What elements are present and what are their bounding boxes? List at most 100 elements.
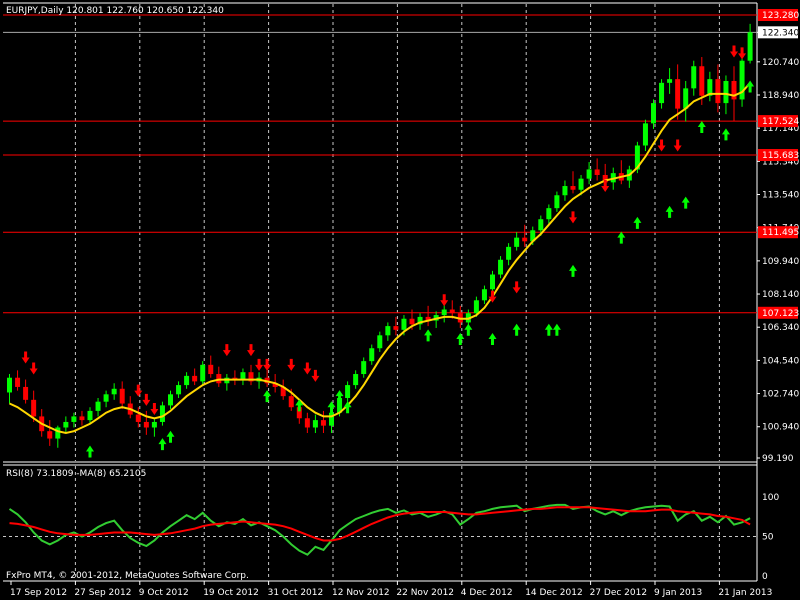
candle-body xyxy=(385,326,391,336)
price-chart[interactable]: 122.340120.740118.940117.140115.340113.5… xyxy=(0,0,800,600)
date-label: 21 Jan 2013 xyxy=(718,588,772,598)
price-tick-label: 118.940 xyxy=(762,91,799,101)
candle-body xyxy=(393,326,399,330)
level-label: 117.524 xyxy=(762,117,799,127)
current-price-label: 122.340 xyxy=(762,28,799,38)
candle-body xyxy=(143,421,149,428)
candle-body xyxy=(176,385,182,395)
candle-body xyxy=(312,420,318,428)
candle-body xyxy=(288,396,294,408)
price-tick-label: 100.940 xyxy=(762,423,799,433)
candle-body xyxy=(514,237,520,247)
candle-body xyxy=(119,388,125,404)
candle-body xyxy=(441,309,447,316)
candle-body xyxy=(377,335,383,349)
date-label: 22 Nov 2012 xyxy=(396,588,454,598)
candle-body xyxy=(667,79,673,83)
candle-body xyxy=(578,178,584,190)
price-tick-label: 104.540 xyxy=(762,356,799,366)
price-tick-label: 113.540 xyxy=(762,191,799,201)
candle-body xyxy=(47,431,53,439)
date-label: 27 Sep 2012 xyxy=(74,588,131,598)
candle-body xyxy=(320,420,326,426)
price-tick-label: 106.340 xyxy=(762,323,799,333)
candle-body xyxy=(369,348,375,362)
candle-body xyxy=(522,237,528,242)
level-label: 115.683 xyxy=(762,151,799,161)
level-label: 111.495 xyxy=(762,228,799,238)
candle-body xyxy=(304,418,310,428)
candle-body xyxy=(538,219,544,231)
candle-body xyxy=(490,274,495,290)
chart-header: EURJPY,Daily 120.801 122.760 120.650 122… xyxy=(6,6,224,16)
copyright-text: FxPro MT4, © 2001-2012, MetaQuotes Softw… xyxy=(6,571,249,581)
candle-body xyxy=(361,361,367,375)
rsi-tick-label: 100 xyxy=(762,493,779,503)
date-label: 31 Oct 2012 xyxy=(268,588,324,598)
candle-body xyxy=(15,377,21,387)
candle-body xyxy=(449,309,455,314)
candle-body xyxy=(95,401,101,411)
level-label: 107.123 xyxy=(762,309,799,319)
rsi-tick-label: 0 xyxy=(762,572,768,582)
candle-body xyxy=(87,410,93,421)
candle-body xyxy=(409,318,415,325)
candle-body xyxy=(586,169,592,179)
candle-body xyxy=(481,289,487,301)
candle-body xyxy=(135,414,141,422)
candle-body xyxy=(168,394,173,406)
price-tick-label: 108.140 xyxy=(762,290,799,300)
candle-body xyxy=(401,318,407,330)
date-label: 9 Oct 2012 xyxy=(139,588,189,598)
level-label: 123.280 xyxy=(762,11,799,21)
candle-body xyxy=(159,405,165,422)
candle-body xyxy=(103,394,109,402)
candle-body xyxy=(353,374,359,386)
price-tick-label: 109.940 xyxy=(762,257,799,267)
date-label: 27 Dec 2012 xyxy=(590,588,648,598)
candle-body xyxy=(570,186,576,190)
candle-body xyxy=(111,388,117,395)
candle-body xyxy=(594,169,600,175)
candle-body xyxy=(715,79,721,104)
candle-body xyxy=(473,300,479,314)
price-tick-label: 99.190 xyxy=(762,454,794,464)
candle-body xyxy=(506,246,512,260)
candle-body xyxy=(747,32,753,61)
candle-body xyxy=(23,386,29,400)
candle-body xyxy=(498,259,504,275)
date-label: 17 Sep 2012 xyxy=(10,588,67,598)
candle-body xyxy=(345,385,351,398)
candle-body xyxy=(723,80,729,104)
date-label: 4 Dec 2012 xyxy=(461,588,513,598)
candle-body xyxy=(151,421,157,428)
candle-body xyxy=(208,364,214,375)
candle-body xyxy=(184,375,190,386)
candle-body xyxy=(200,364,206,382)
rsi-tick-label: 50 xyxy=(762,533,774,543)
candle-body xyxy=(691,66,697,89)
date-label: 12 Nov 2012 xyxy=(332,588,390,598)
price-tick-label: 102.740 xyxy=(762,390,799,400)
rsi-header: RSI(8) 73.1809 -MA(8) 65.2105 xyxy=(6,469,146,479)
candle-body xyxy=(642,123,648,146)
candle-body xyxy=(71,416,77,422)
candle-body xyxy=(192,375,198,382)
price-tick-label: 120.740 xyxy=(762,58,799,68)
candle-body xyxy=(683,88,689,109)
candle-body xyxy=(659,82,665,104)
candle-body xyxy=(79,416,85,421)
candle-body xyxy=(63,421,69,428)
candle-body xyxy=(31,399,37,417)
candle-body xyxy=(546,208,552,220)
candle-body xyxy=(651,103,656,124)
date-label: 9 Jan 2013 xyxy=(654,588,702,598)
candle-body xyxy=(699,66,705,96)
candle-body xyxy=(7,377,12,393)
candle-body xyxy=(562,186,568,196)
candle-body xyxy=(554,195,560,209)
candle-body xyxy=(675,79,681,109)
candle-body xyxy=(240,372,246,380)
candle-body xyxy=(55,427,61,439)
date-label: 19 Oct 2012 xyxy=(203,588,259,598)
